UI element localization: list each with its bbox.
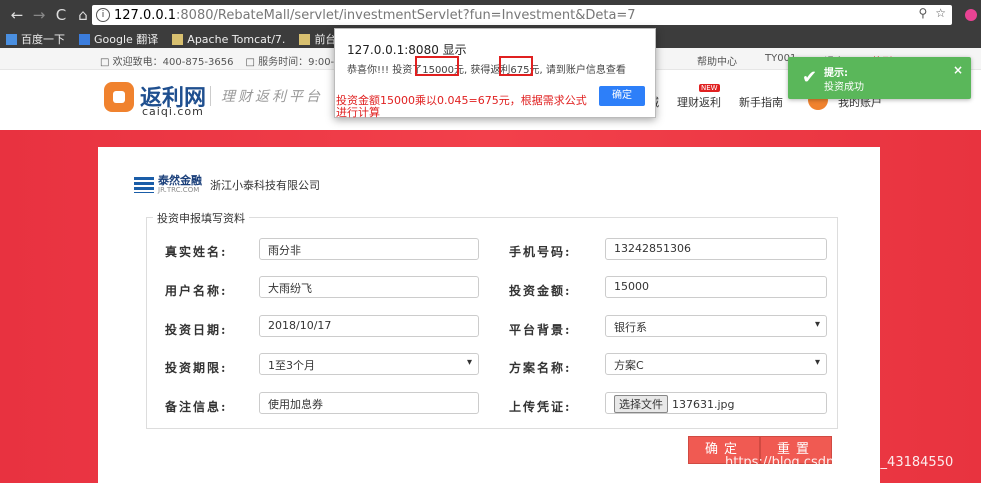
translate-icon <box>79 33 90 45</box>
dialog-msg-suffix: 请到账户信息查看 <box>542 65 626 76</box>
extension-icon[interactable] <box>965 9 977 21</box>
bookmark-item[interactable]: Apache Tomcat/7. <box>172 33 285 46</box>
remark-input[interactable]: 使用加息券 <box>259 392 479 414</box>
rebate-highlight-box <box>499 56 533 76</box>
nav-item-label: 理财返利 <box>677 96 721 109</box>
bookmark-label: Apache Tomcat/7. <box>187 32 286 46</box>
remark-label: 备注信息: <box>165 400 228 414</box>
bookmark-item[interactable]: 百度一下 <box>6 31 65 47</box>
dialog-message: 恭喜你!!! 投资了15000元, 获得返利675元, 请到账户信息查看 <box>347 61 626 76</box>
investment-form-card: 泰然金融 JR.TRC.COM 浙江小泰科技有限公司 投资申报填写资料 真实姓名… <box>98 147 880 483</box>
term-selected: 1至3个月 <box>268 359 315 372</box>
dialog-msg-prefix: 恭喜你!!! 投资了 <box>347 65 423 76</box>
username-label: 用户名称: <box>165 284 228 298</box>
page-icon <box>299 33 311 45</box>
real-name-input[interactable]: 雨分非 <box>259 238 479 260</box>
bookmark-star-icon[interactable]: ☆ <box>935 6 946 20</box>
main-nav: 城 NEW理财返利 新手指南 <box>648 84 783 110</box>
plan-selected: 方案C <box>614 359 644 372</box>
platform-selected: 银行系 <box>614 321 647 334</box>
upload-field[interactable]: 选择文件 137631.jpg <box>605 392 827 414</box>
url-path: :8080/RebateMall/servlet/investmentServl… <box>176 7 636 23</box>
phone-input[interactable]: 13242851306 <box>605 238 827 260</box>
amount-highlight-box <box>415 56 459 76</box>
forward-icon[interactable]: → <box>28 6 50 24</box>
new-badge: NEW <box>699 84 720 92</box>
site-info-icon[interactable]: i <box>96 8 110 22</box>
dialog-ok-button[interactable]: 确定 <box>599 86 645 106</box>
choose-file-button[interactable]: 选择文件 <box>614 395 668 413</box>
logo-icon[interactable] <box>104 82 134 112</box>
company-full-name: 浙江小泰科技有限公司 <box>210 179 320 192</box>
phone-label: 手机号码: <box>509 245 572 259</box>
real-name-label: 真实姓名: <box>165 245 228 259</box>
company-logo: 泰然金融 JR.TRC.COM <box>134 175 202 194</box>
investment-fieldset: 投资申报填写资料 真实姓名: 雨分非 手机号码: 13242851306 用户名… <box>146 210 838 429</box>
browser-toolbar: ← → C ⌂ i 127.0.0.1:8080/RebateMall/serv… <box>0 0 981 30</box>
close-icon[interactable]: × <box>953 63 963 77</box>
check-icon: ✔ <box>802 67 818 88</box>
address-bar[interactable]: i 127.0.0.1:8080/RebateMall/servlet/inve… <box>92 5 952 25</box>
bookmark-label: 百度一下 <box>21 33 65 46</box>
bookmark-item[interactable]: 前台 <box>299 31 336 47</box>
company-site: JR.TRC.COM <box>158 186 200 194</box>
tomcat-icon <box>172 33 184 45</box>
username-input[interactable]: 大雨纷飞 <box>259 276 479 298</box>
toast-message: 投资成功 <box>824 82 864 93</box>
company-logo-icon <box>134 176 154 193</box>
toast-title: 提示: <box>824 68 848 79</box>
nav-item-guide[interactable]: 新手指南 <box>739 94 783 110</box>
plan-label: 方案名称: <box>509 361 572 375</box>
apps-icon <box>6 33 17 45</box>
platform-label: 平台背景: <box>509 323 572 337</box>
home-icon[interactable]: ⌂ <box>72 6 94 24</box>
watermark: https://blog.csdn.net/qq_43184550 <box>725 455 954 470</box>
reload-icon[interactable]: C <box>50 6 72 24</box>
logo-domain: caiqi.com <box>142 105 204 118</box>
url-host: 127.0.0.1 <box>114 7 177 23</box>
date-label: 投资日期: <box>165 323 228 337</box>
hotline-text: □ 欢迎致电：400-875-3656 <box>100 57 234 68</box>
success-toast: ✔ 提示: 投资成功 × <box>788 57 971 99</box>
slogan: 理财返利平台 <box>210 86 323 106</box>
upload-label: 上传凭证: <box>509 400 572 414</box>
help-center-link[interactable]: 帮助中心 <box>697 53 737 68</box>
nav-item-rebate[interactable]: NEW 理财返利 <box>677 84 721 110</box>
amount-input[interactable]: 15000 <box>605 276 827 298</box>
term-select[interactable]: 1至3个月 <box>259 353 479 375</box>
file-name: 137631.jpg <box>672 398 735 411</box>
bookmark-label: Google 翻译 <box>94 33 159 46</box>
plan-select[interactable]: 方案C <box>605 353 827 375</box>
amount-label: 投资金额: <box>509 284 572 298</box>
fieldset-legend: 投资申报填写资料 <box>153 210 249 226</box>
company-name: 泰然金融 <box>158 174 202 187</box>
term-label: 投资期限: <box>165 361 228 375</box>
red-annotation: 投资金额15000乘以0.045=675元，根据需求公式进行计算 <box>336 94 587 119</box>
zoom-icon[interactable]: ⚲ <box>918 6 927 20</box>
bookmark-item[interactable]: Google 翻译 <box>79 31 158 47</box>
date-input[interactable]: 2018/10/17 <box>259 315 479 337</box>
platform-select[interactable]: 银行系 <box>605 315 827 337</box>
back-icon[interactable]: ← <box>6 6 28 24</box>
